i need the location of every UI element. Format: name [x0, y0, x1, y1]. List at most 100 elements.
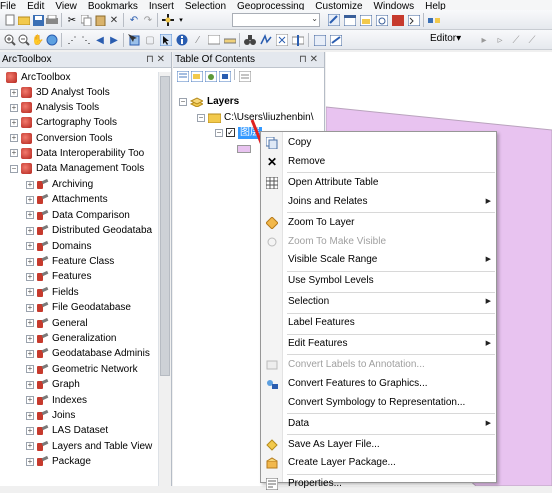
map-scale-combo[interactable]: ⌄	[232, 13, 320, 27]
print-icon[interactable]	[46, 14, 58, 26]
editor-menu[interactable]: Editor▾	[430, 33, 461, 44]
list-by-drawing-order-icon[interactable]	[177, 70, 189, 82]
menu-help[interactable]: Help	[425, 2, 446, 11]
menu-edit[interactable]: Edit	[27, 2, 44, 11]
toolset-item[interactable]: + Domains	[26, 239, 91, 254]
python-window-icon[interactable]	[408, 14, 420, 26]
expand-icon[interactable]: +	[26, 180, 34, 189]
full-extent-icon[interactable]	[46, 34, 58, 46]
expand-icon[interactable]: +	[26, 334, 34, 343]
toolset-item[interactable]: + Layers and Table View	[26, 439, 152, 454]
expand-icon[interactable]: +	[26, 288, 34, 297]
vertical-scrollbar[interactable]	[158, 72, 171, 486]
expand-icon[interactable]: +	[26, 257, 34, 266]
expand-icon[interactable]: +	[26, 442, 34, 451]
expand-icon[interactable]: +	[26, 211, 34, 220]
toolset-item[interactable]: + Archiving	[26, 177, 93, 192]
straight-segment-icon[interactable]: ⟋	[510, 34, 522, 46]
find-icon[interactable]	[244, 34, 256, 46]
toolset-item[interactable]: + LAS Dataset	[26, 423, 108, 438]
pan-icon[interactable]: ✋	[32, 34, 44, 46]
toolset-item[interactable]: + Feature Class	[26, 254, 114, 269]
expand-icon[interactable]: +	[26, 411, 34, 420]
menu-view[interactable]: View	[55, 2, 77, 11]
collapse-icon[interactable]: −	[179, 97, 187, 106]
toolset-item[interactable]: + Attachments	[26, 192, 108, 207]
clear-selection-icon[interactable]: ▢	[144, 34, 156, 46]
toolset-item[interactable]: + Fields	[26, 285, 79, 300]
layers-row[interactable]: − Layers	[179, 94, 239, 109]
menu-item-label-features[interactable]: Label Features	[261, 314, 497, 332]
menu-selection[interactable]: Selection	[185, 2, 226, 11]
menu-customize[interactable]: Customize	[315, 2, 362, 11]
toolset-item[interactable]: + File Geodatabase	[26, 300, 131, 315]
copy-toolbar-icon[interactable]	[80, 14, 92, 26]
menu-item-joins-and-relates[interactable]: Joins and Relates ▶	[261, 193, 497, 211]
panel-controls[interactable]: ⊓ ✕	[146, 52, 165, 67]
add-data-icon[interactable]	[162, 14, 174, 26]
expand-icon[interactable]: +	[26, 319, 34, 328]
expand-icon[interactable]: +	[26, 426, 34, 435]
cut-icon[interactable]: ✂	[66, 14, 78, 26]
toolset-item[interactable]: + Joins	[26, 408, 75, 423]
new-document-icon[interactable]	[4, 14, 16, 26]
menu-item-selection[interactable]: Selection ▶	[261, 293, 497, 311]
hyperlink-icon[interactable]: ⁄	[192, 34, 204, 46]
options-icon[interactable]	[239, 70, 251, 82]
expand-icon[interactable]: +	[26, 349, 34, 358]
collapse-icon[interactable]: −	[215, 128, 223, 137]
menu-item-use-symbol-levels[interactable]: Use Symbol Levels	[261, 272, 497, 290]
delete-icon[interactable]: ✕	[108, 14, 120, 26]
arctoolbox-window-icon[interactable]	[392, 14, 404, 26]
edit-tool-icon[interactable]: ▸	[478, 34, 490, 46]
menu-item-save-as-layer-file[interactable]: Save As Layer File...	[261, 436, 497, 454]
toc-panel-controls[interactable]: ⊓ ✕	[299, 52, 318, 67]
menu-bookmarks[interactable]: Bookmarks	[88, 2, 138, 11]
find-route-icon[interactable]	[260, 34, 272, 46]
fixed-zoom-out-icon[interactable]: ⋱	[80, 34, 92, 46]
expand-icon[interactable]: +	[26, 457, 34, 466]
forward-extent-icon[interactable]: ▶	[108, 34, 120, 46]
fixed-zoom-in-icon[interactable]: ⋰	[66, 34, 78, 46]
paste-icon[interactable]	[94, 14, 106, 26]
expand-icon[interactable]: +	[26, 380, 34, 389]
expand-icon[interactable]: +	[10, 149, 18, 158]
menu-item-properties[interactable]: Properties...	[261, 475, 497, 493]
arctoolbox-root[interactable]: ArcToolbox	[6, 70, 70, 85]
menu-insert[interactable]: Insert	[149, 2, 174, 11]
menu-item-open-attribute-table[interactable]: Open Attribute Table	[261, 174, 497, 192]
redo-icon[interactable]: ↷	[142, 14, 154, 26]
toolbox-item[interactable]: + Cartography Tools	[10, 115, 117, 130]
menu-item-remove[interactable]: ✕ Remove	[261, 153, 497, 171]
create-viewer-icon[interactable]	[314, 34, 326, 46]
editor-toolbar-icon[interactable]	[328, 14, 340, 26]
select-features-icon[interactable]	[128, 34, 140, 46]
menu-windows[interactable]: Windows	[374, 2, 415, 11]
toolset-item[interactable]: + General	[26, 316, 88, 331]
collapse-icon[interactable]: −	[197, 113, 205, 122]
menu-geoprocessing[interactable]: Geoprocessing	[237, 2, 304, 11]
go-to-xy-icon[interactable]	[276, 34, 288, 46]
menu-item-visible-scale-range[interactable]: Visible Scale Range ▶	[261, 251, 497, 269]
undo-icon[interactable]: ↶	[128, 14, 140, 26]
toolset-item[interactable]: + Distributed Geodataba	[26, 223, 152, 238]
model-builder-icon[interactable]	[428, 14, 440, 26]
toolset-item[interactable]: + Geometric Network	[26, 362, 138, 377]
expand-icon[interactable]: +	[10, 88, 18, 97]
toolbox-item[interactable]: − Data Management Tools	[10, 161, 144, 176]
expand-icon[interactable]: +	[26, 226, 34, 235]
editor-overflow-icon[interactable]	[330, 34, 342, 46]
toolset-item[interactable]: + Features	[26, 269, 91, 284]
scrollbar-thumb[interactable]	[160, 76, 170, 376]
menu-item-convert-symbology-to-representation[interactable]: Convert Symbology to Representation...	[261, 394, 497, 412]
layer-visibility-checkbox[interactable]: ✓	[226, 128, 235, 137]
list-by-selection-icon[interactable]	[219, 70, 231, 82]
menu-file[interactable]: File	[0, 2, 16, 11]
menu-item-copy[interactable]: Copy	[261, 134, 497, 152]
toc-window-icon[interactable]	[344, 14, 356, 26]
toolbox-item[interactable]: +3D Analyst Tools	[10, 85, 110, 100]
select-elements-icon[interactable]	[160, 34, 172, 46]
identify-icon[interactable]	[176, 34, 188, 46]
edit-annotation-icon[interactable]: ▹	[494, 34, 506, 46]
toolset-item[interactable]: + Package	[26, 454, 91, 469]
